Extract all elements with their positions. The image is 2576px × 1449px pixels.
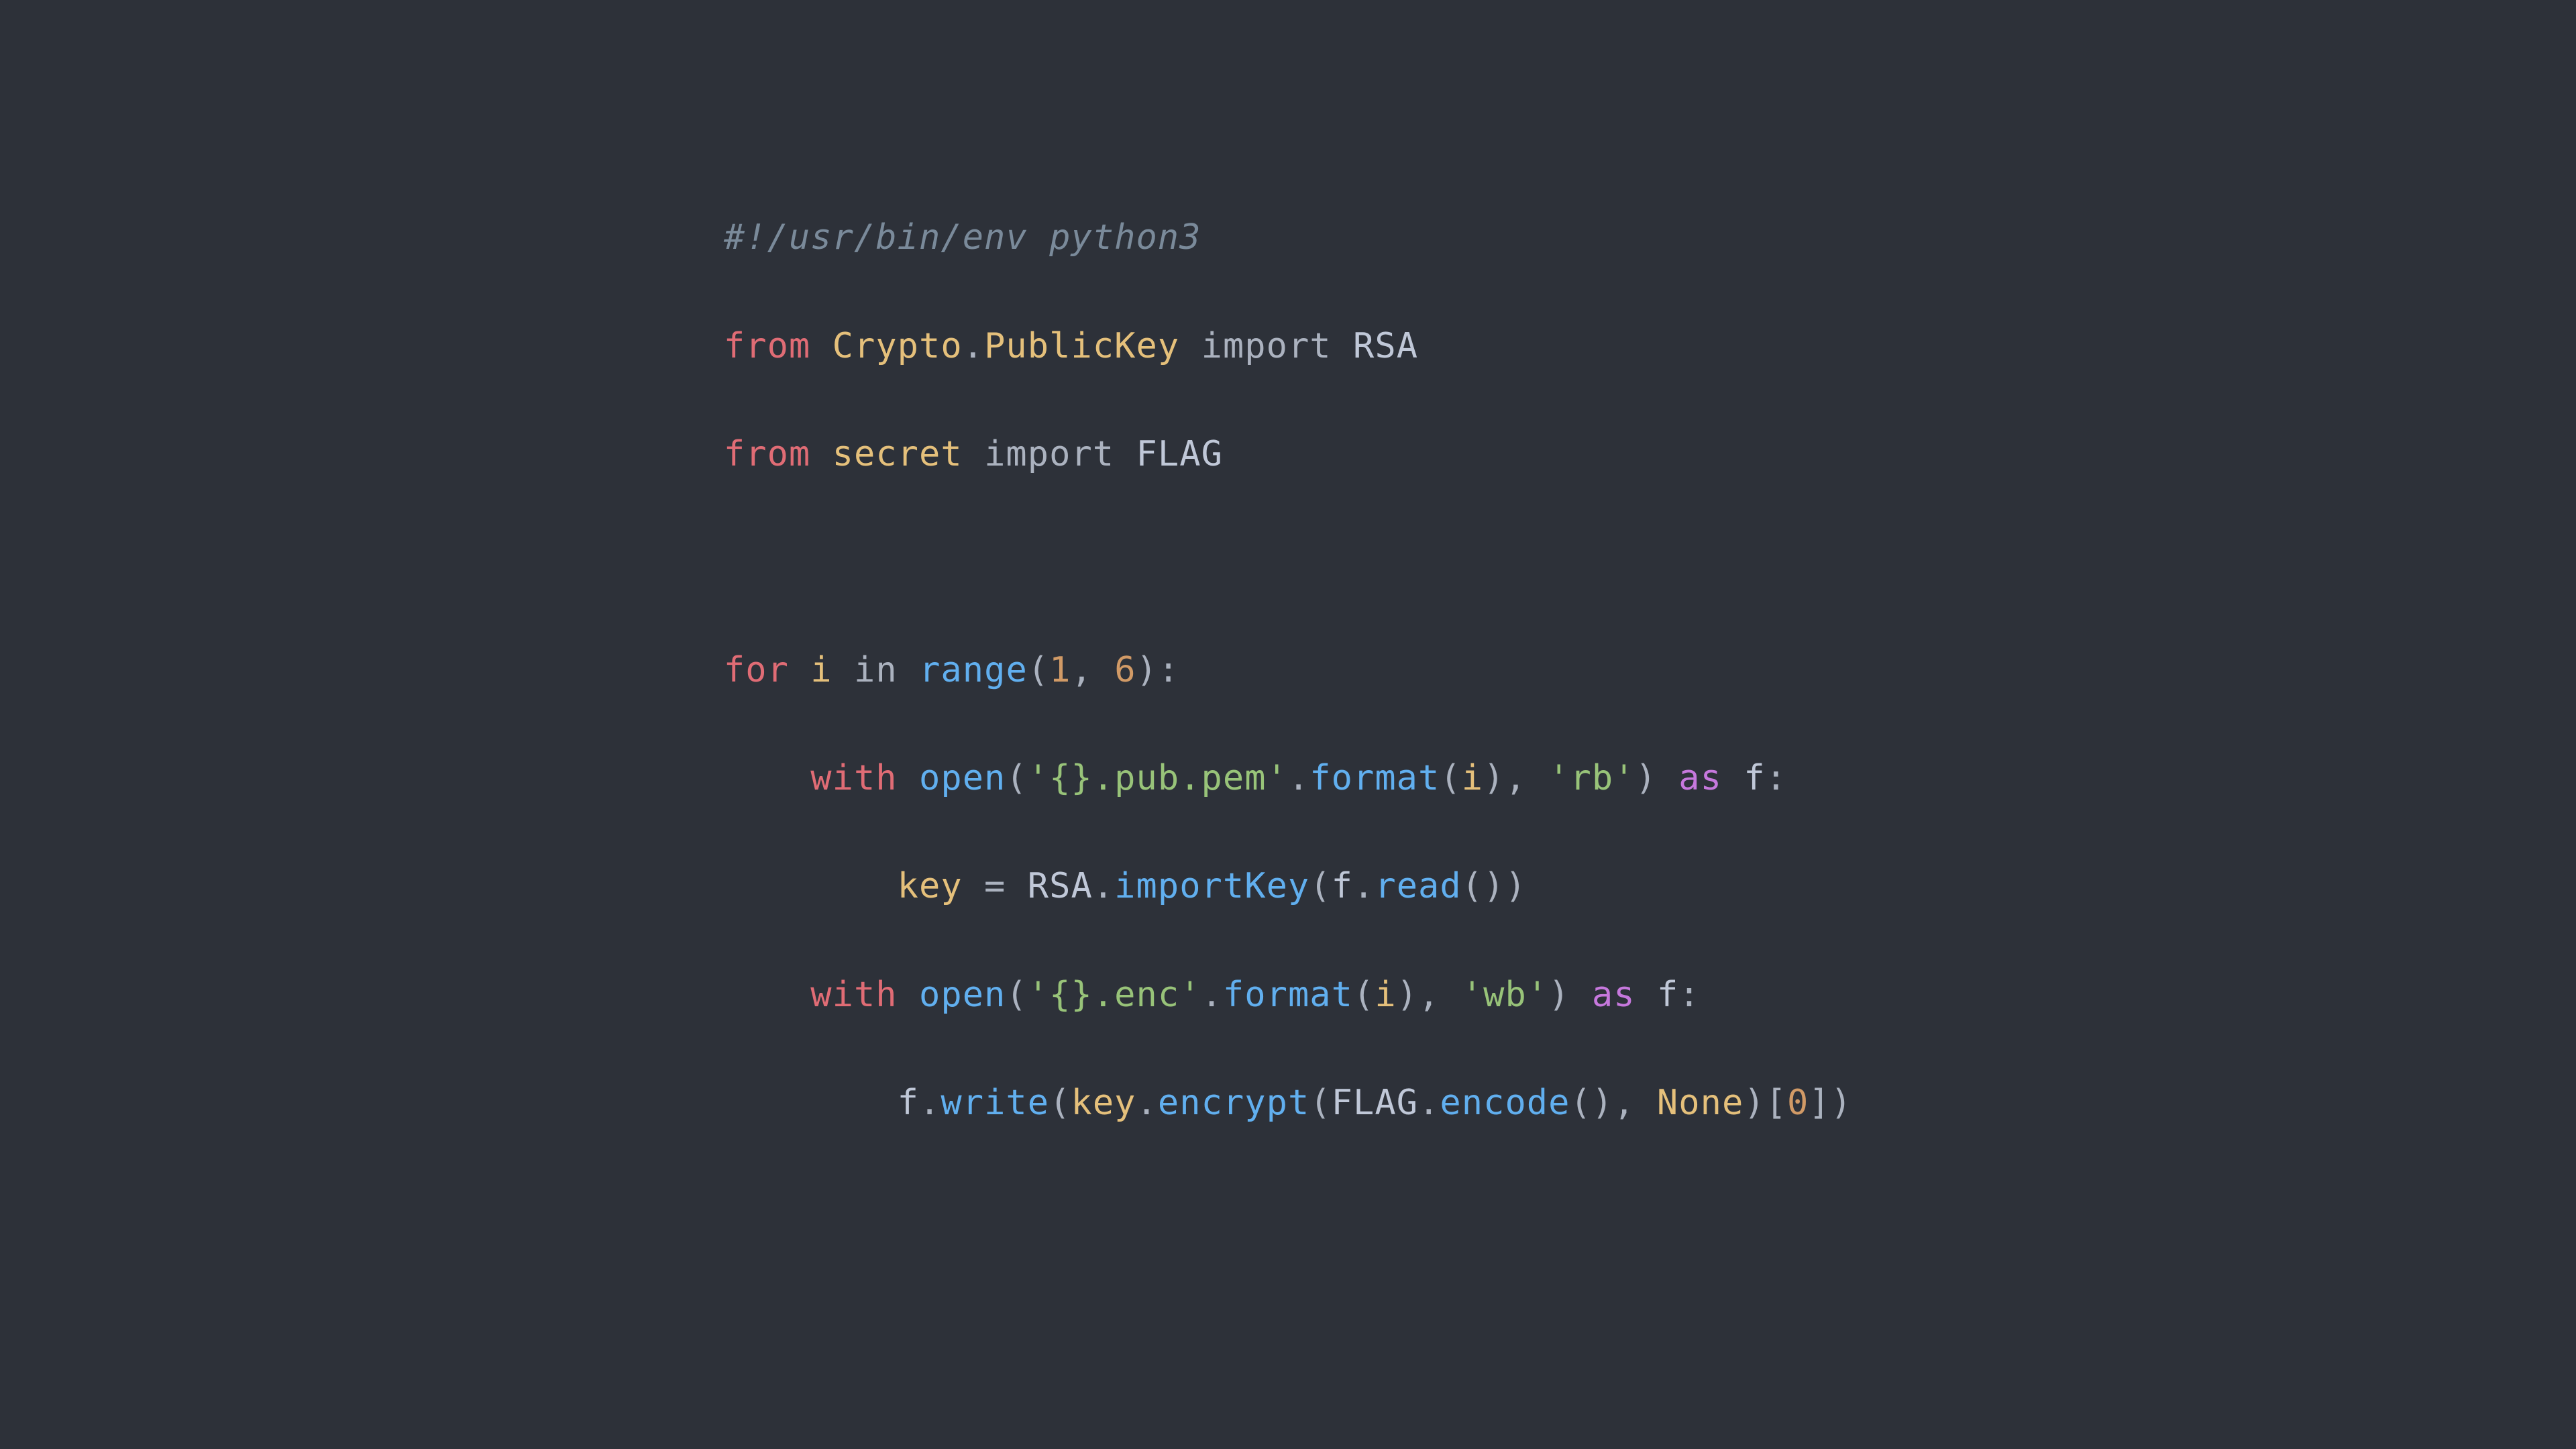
line-blank bbox=[724, 535, 1852, 590]
open-builtin-1: open bbox=[919, 758, 1006, 798]
for-keyword: for bbox=[724, 650, 789, 690]
code-block: #!/usr/bin/env python3 from Crypto.Publi… bbox=[724, 211, 1852, 1238]
format-method-1: format bbox=[1309, 758, 1440, 798]
var-key-2: key bbox=[1071, 1083, 1136, 1123]
class-flag: FLAG bbox=[1136, 434, 1223, 474]
line-with1: with open('{}.pub.pem'.format(i), 'rb') … bbox=[724, 751, 1852, 806]
importKey-method: importKey bbox=[1114, 866, 1309, 906]
import-keyword-2: import bbox=[984, 434, 1114, 474]
num-6: 6 bbox=[1114, 650, 1136, 690]
line-fwrite: f.write(key.encrypt(FLAG.encode(), None)… bbox=[724, 1076, 1852, 1130]
var-key: key bbox=[898, 866, 963, 906]
with-keyword-1: with bbox=[810, 758, 897, 798]
line-key: key = RSA.importKey(f.read()) bbox=[724, 859, 1852, 914]
string-rb: 'rb' bbox=[1548, 758, 1635, 798]
var-i-2: i bbox=[1375, 975, 1396, 1015]
string-enc: '{}.enc' bbox=[1028, 975, 1201, 1015]
line-for: for i in range(1, 6): bbox=[724, 643, 1852, 698]
module-secret: secret bbox=[833, 434, 963, 474]
string-wb: 'wb' bbox=[1462, 975, 1548, 1015]
read-method: read bbox=[1375, 866, 1461, 906]
var-f-3: f bbox=[1657, 975, 1678, 1015]
write-method: write bbox=[941, 1083, 1049, 1123]
num-1: 1 bbox=[1049, 650, 1071, 690]
line-import2: from secret import FLAG bbox=[724, 427, 1852, 482]
in-keyword: in bbox=[854, 650, 898, 690]
format-method-2: format bbox=[1223, 975, 1353, 1015]
encode-method: encode bbox=[1440, 1083, 1570, 1123]
flag-ref: FLAG bbox=[1332, 1083, 1418, 1123]
none-keyword: None bbox=[1657, 1083, 1743, 1123]
rsa-class-ref: RSA bbox=[1028, 866, 1093, 906]
as-keyword-1: as bbox=[1678, 758, 1722, 798]
open-builtin-2: open bbox=[919, 975, 1006, 1015]
as-keyword-2: as bbox=[1592, 975, 1635, 1015]
module-crypto: Crypto bbox=[833, 326, 963, 366]
var-i: i bbox=[810, 650, 832, 690]
range-builtin: range bbox=[919, 650, 1028, 690]
from-keyword-2: from bbox=[724, 434, 810, 474]
var-i-1: i bbox=[1462, 758, 1483, 798]
from-keyword-1: from bbox=[724, 326, 810, 366]
with-keyword-2: with bbox=[810, 975, 897, 1015]
var-f-2: f bbox=[1332, 866, 1353, 906]
encrypt-method: encrypt bbox=[1158, 1083, 1309, 1123]
line-shebang: #!/usr/bin/env python3 bbox=[724, 211, 1852, 265]
line-with2: with open('{}.enc'.format(i), 'wb') as f… bbox=[724, 968, 1852, 1022]
class-rsa: RSA bbox=[1353, 326, 1418, 366]
index-zero: 0 bbox=[1787, 1083, 1809, 1123]
code-container: #!/usr/bin/env python3 from Crypto.Publi… bbox=[670, 170, 1906, 1278]
string-pub-pem: '{}.pub.pem' bbox=[1028, 758, 1288, 798]
import-keyword-1: import bbox=[1201, 326, 1332, 366]
line-import1: from Crypto.PublicKey import RSA bbox=[724, 319, 1852, 374]
module-publickey: PublicKey bbox=[984, 326, 1179, 366]
shebang-comment: #!/usr/bin/env python3 bbox=[724, 217, 1201, 258]
var-f-4: f bbox=[898, 1083, 919, 1123]
var-f-1: f bbox=[1743, 758, 1765, 798]
